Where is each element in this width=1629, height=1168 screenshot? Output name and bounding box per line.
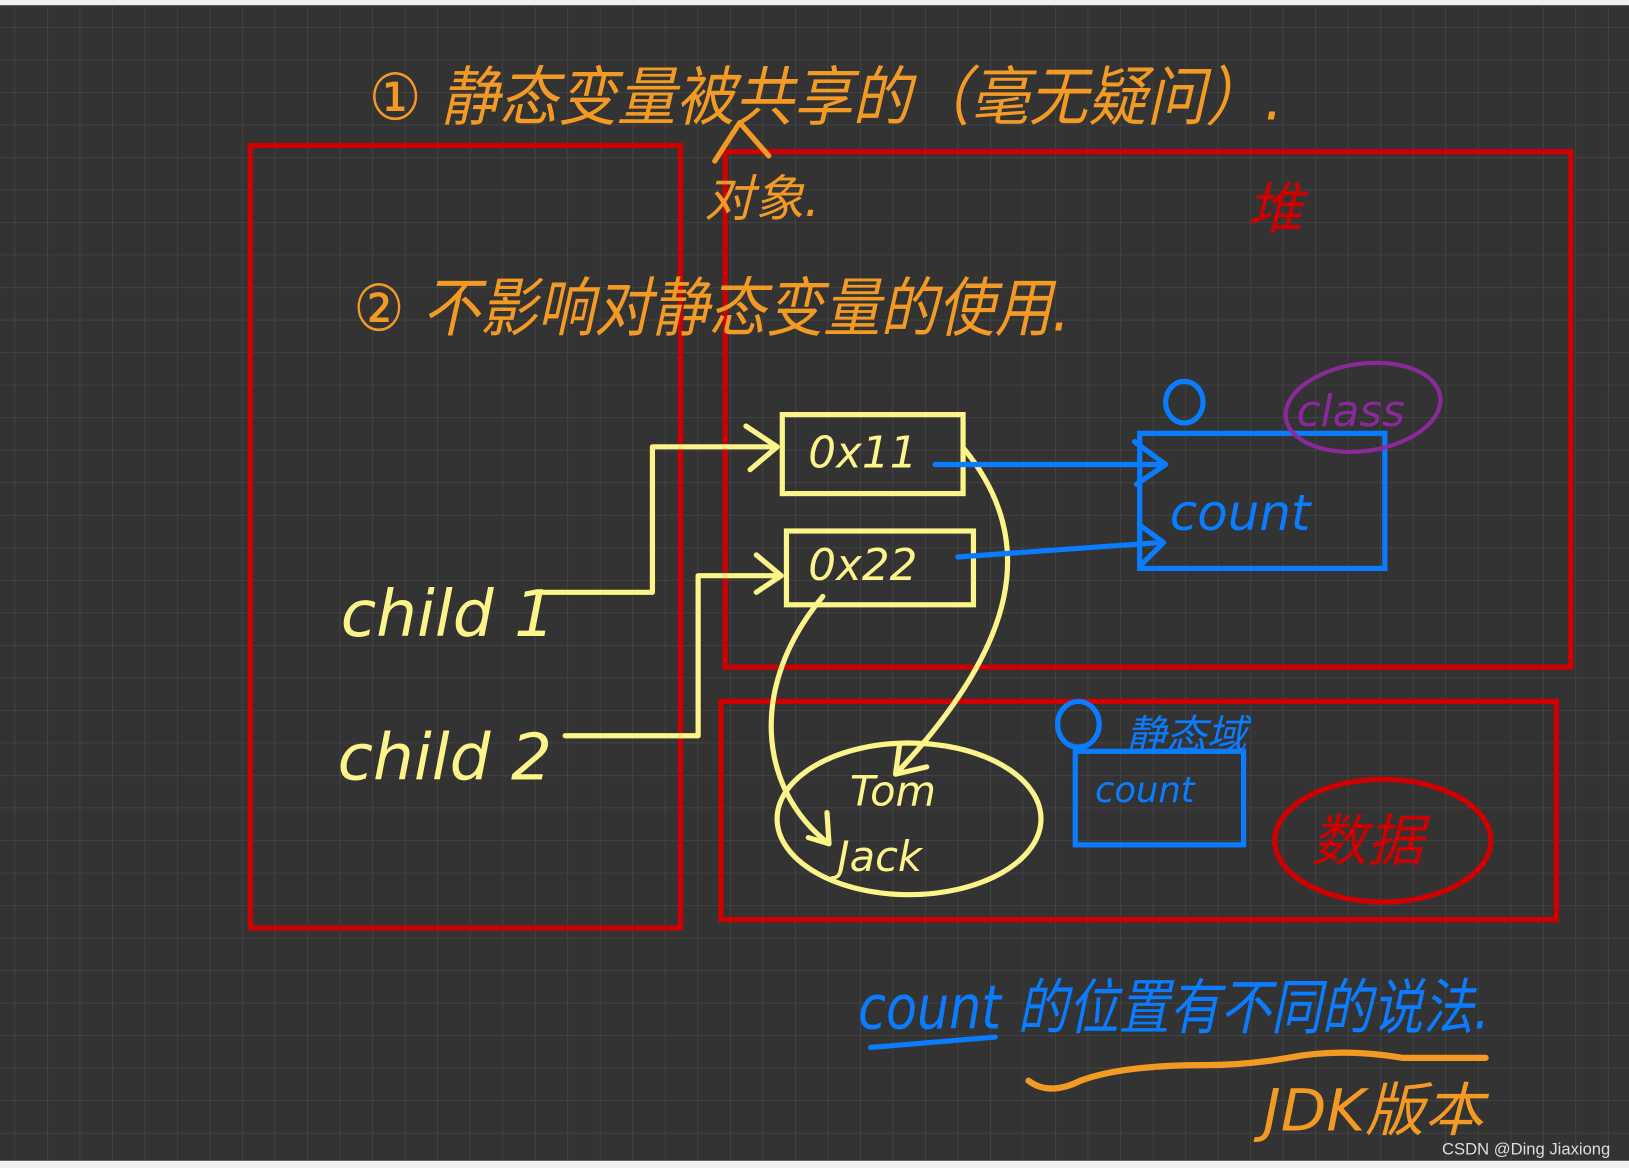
object-address: 0x22	[808, 541, 917, 591]
jdk-version-text: JDK版本	[1253, 1077, 1489, 1145]
data-label: 数据	[1311, 809, 1430, 874]
count-note-text: count 的位置有不同的说法.	[858, 974, 1490, 1044]
class-field-count: count	[1170, 484, 1313, 542]
static-field-count: count	[1095, 770, 1196, 811]
object-address: 0x11	[808, 429, 917, 479]
note-1-text: ① 静态变量被共享的（毫无疑问）.	[369, 60, 1283, 135]
watermark: CSDN @Ding Jiaxiong	[1442, 1139, 1610, 1158]
reference-name: child 2	[338, 720, 552, 795]
diagram-canvas: 堆 ① 静态变量被共享的（毫无疑问）. 对象. ② 不影响对静态变量的使用. c…	[0, 0, 1629, 1168]
string-value-tom: Tom	[850, 766, 936, 815]
heap-label: 堆	[1247, 178, 1309, 243]
class-tag: class	[1297, 387, 1405, 437]
reference-name: child 1	[341, 577, 555, 652]
note-1-insert-text: 对象.	[704, 170, 820, 228]
static-area-label: 静态域	[1126, 712, 1252, 758]
string-value-jack: Jack	[830, 832, 924, 881]
note-2-text: ② 不影响对静态变量的使用.	[353, 271, 1070, 346]
